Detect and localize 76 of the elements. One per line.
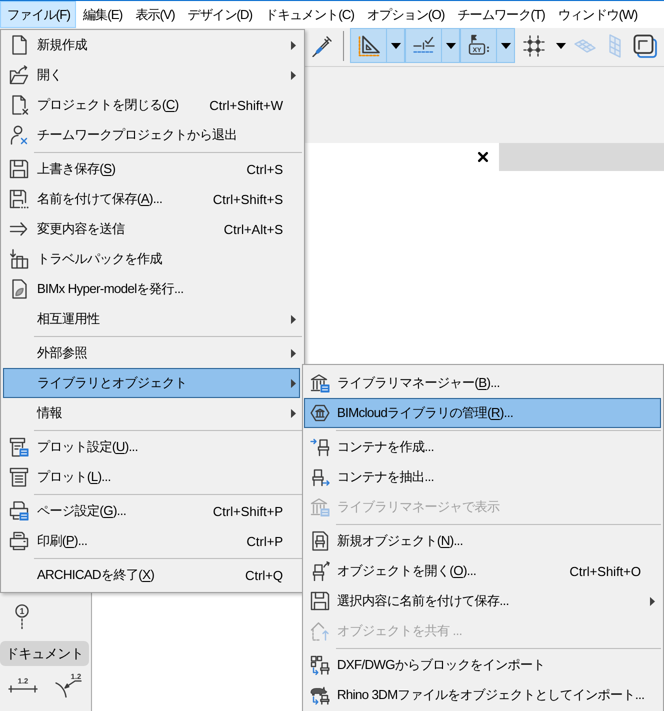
section-header[interactable]: ドキュメント	[0, 641, 89, 666]
menu-item[interactable]: 変更内容を送信 Ctrl+Alt+S	[3, 214, 300, 244]
menu-bar-item[interactable]: ドキュメント(C)	[258, 1, 360, 28]
menu-bar-item[interactable]: 編集(E)	[76, 1, 128, 28]
menu-item[interactable]: コンテナを抽出...	[304, 462, 661, 492]
menu-item[interactable]: プロット(L)...	[3, 462, 300, 492]
shortcut-text: Ctrl+Alt+S	[222, 222, 283, 236]
menu-bar-item[interactable]: ウィンドウ(W)	[550, 1, 644, 28]
menu-item[interactable]: 開く	[3, 60, 300, 90]
shortcut-text: Ctrl+Q	[244, 568, 283, 582]
set-square-icon	[356, 34, 380, 58]
printer-icon	[8, 531, 28, 551]
shortcut-text: Ctrl+Shift+O	[568, 564, 641, 578]
double-arrow-icon	[8, 222, 28, 236]
menu-item[interactable]: チームワークプロジェクトから退出	[3, 120, 300, 150]
menu-item[interactable]: トラベルパックを作成	[3, 244, 300, 274]
menu-item[interactable]: 新規作成	[3, 30, 300, 60]
chair-arrow-out-icon	[310, 467, 330, 487]
shortcut-text: Ctrl+Shift+P	[212, 504, 283, 518]
box-arrow-icon	[8, 249, 28, 269]
folder-arrow-icon	[8, 65, 28, 85]
wall-grid-icon	[608, 34, 622, 58]
menu-item[interactable]: ライブラリマネージャー(B)...	[304, 368, 661, 398]
plotter-list-icon	[8, 437, 28, 457]
menu-item[interactable]: 選択内容に名前を付けて保存...	[304, 586, 661, 616]
house-arrow-icon	[310, 621, 330, 641]
caret-icon	[390, 42, 400, 48]
animal-chair-icon	[310, 685, 330, 705]
menu-bar-item[interactable]: チームワーク(T)	[450, 1, 551, 28]
menu-item[interactable]: 相互運用性	[3, 304, 300, 334]
syringe-icon	[311, 34, 333, 56]
close-icon[interactable]	[478, 152, 488, 162]
split-button[interactable]	[350, 28, 405, 63]
menu-item[interactable]: コンテナを作成...	[304, 432, 661, 462]
menu-item[interactable]: 新規オブジェクト(N)...	[304, 526, 661, 556]
menu-item[interactable]: ページ設定(G)... Ctrl+Shift+P	[3, 496, 300, 526]
plotter-icon	[8, 467, 28, 487]
floppy-disk-dots-icon	[8, 189, 28, 209]
grid-snap-icon	[522, 34, 544, 56]
menu-item[interactable]: BIMx Hyper-modelを発行...	[3, 274, 300, 304]
bank-list-icon	[310, 497, 330, 517]
menu-bar-item[interactable]: デザイン(D)	[180, 1, 258, 28]
plane-grid-icon	[574, 38, 596, 52]
menu-item[interactable]: ARCHICADを終了(X) Ctrl+Q	[3, 560, 300, 590]
menu-item[interactable]: 名前を付けて保存(A)... Ctrl+Shift+S	[3, 184, 300, 214]
shortcut-text: Ctrl+Shift+S	[212, 192, 283, 206]
blocks-chair-icon	[310, 655, 330, 675]
menu-item[interactable]: 情報	[3, 398, 300, 428]
user-x-icon	[8, 125, 28, 145]
menu-item[interactable]: 印刷(P)... Ctrl+P	[3, 526, 300, 556]
chair-arrow-in-icon	[310, 437, 330, 457]
shortcut-text: Ctrl+P	[246, 534, 283, 548]
hexagon-bank-icon	[310, 403, 330, 423]
file-chair-icon	[310, 531, 330, 551]
menu-item[interactable]: 上書き保存(S) Ctrl+S	[3, 154, 300, 184]
split-button[interactable]	[405, 28, 460, 63]
menu-bar-item[interactable]: 表示(V)	[128, 1, 181, 28]
menu-bar-item[interactable]: オプション(O)	[360, 1, 450, 28]
layered-squares-icon	[633, 34, 657, 58]
shortcut-text: Ctrl+Shift+W	[208, 98, 283, 112]
guide-lines-icon	[412, 36, 436, 56]
menu-bar-item[interactable]: ファイル(F)	[0, 1, 76, 28]
menu-item[interactable]: Rhino 3DMファイルをオブジェクトとしてインポート...	[304, 680, 661, 710]
menu-item[interactable]: BIMcloudライブラリの管理(R)...	[304, 398, 661, 428]
menu-item[interactable]: オブジェクトを開く(O)... Ctrl+Shift+O	[304, 556, 661, 586]
caret-icon	[500, 42, 510, 48]
shortcut-text: Ctrl+S	[246, 162, 283, 176]
menu-item[interactable]: ライブラリとオブジェクト	[3, 368, 300, 398]
menu-item[interactable]: DXF/DWGからブロックをインポート	[304, 650, 661, 680]
menu-item[interactable]: プロット設定(U)...	[3, 432, 300, 462]
bank-list-icon	[310, 373, 330, 393]
caret-icon	[556, 42, 566, 48]
caret-icon	[446, 42, 456, 48]
menu-item[interactable]: プロジェクトを閉じる(C) Ctrl+Shift+W	[3, 90, 300, 120]
printer-list-icon	[8, 501, 28, 521]
menu-item[interactable]: 外部参照	[3, 338, 300, 368]
